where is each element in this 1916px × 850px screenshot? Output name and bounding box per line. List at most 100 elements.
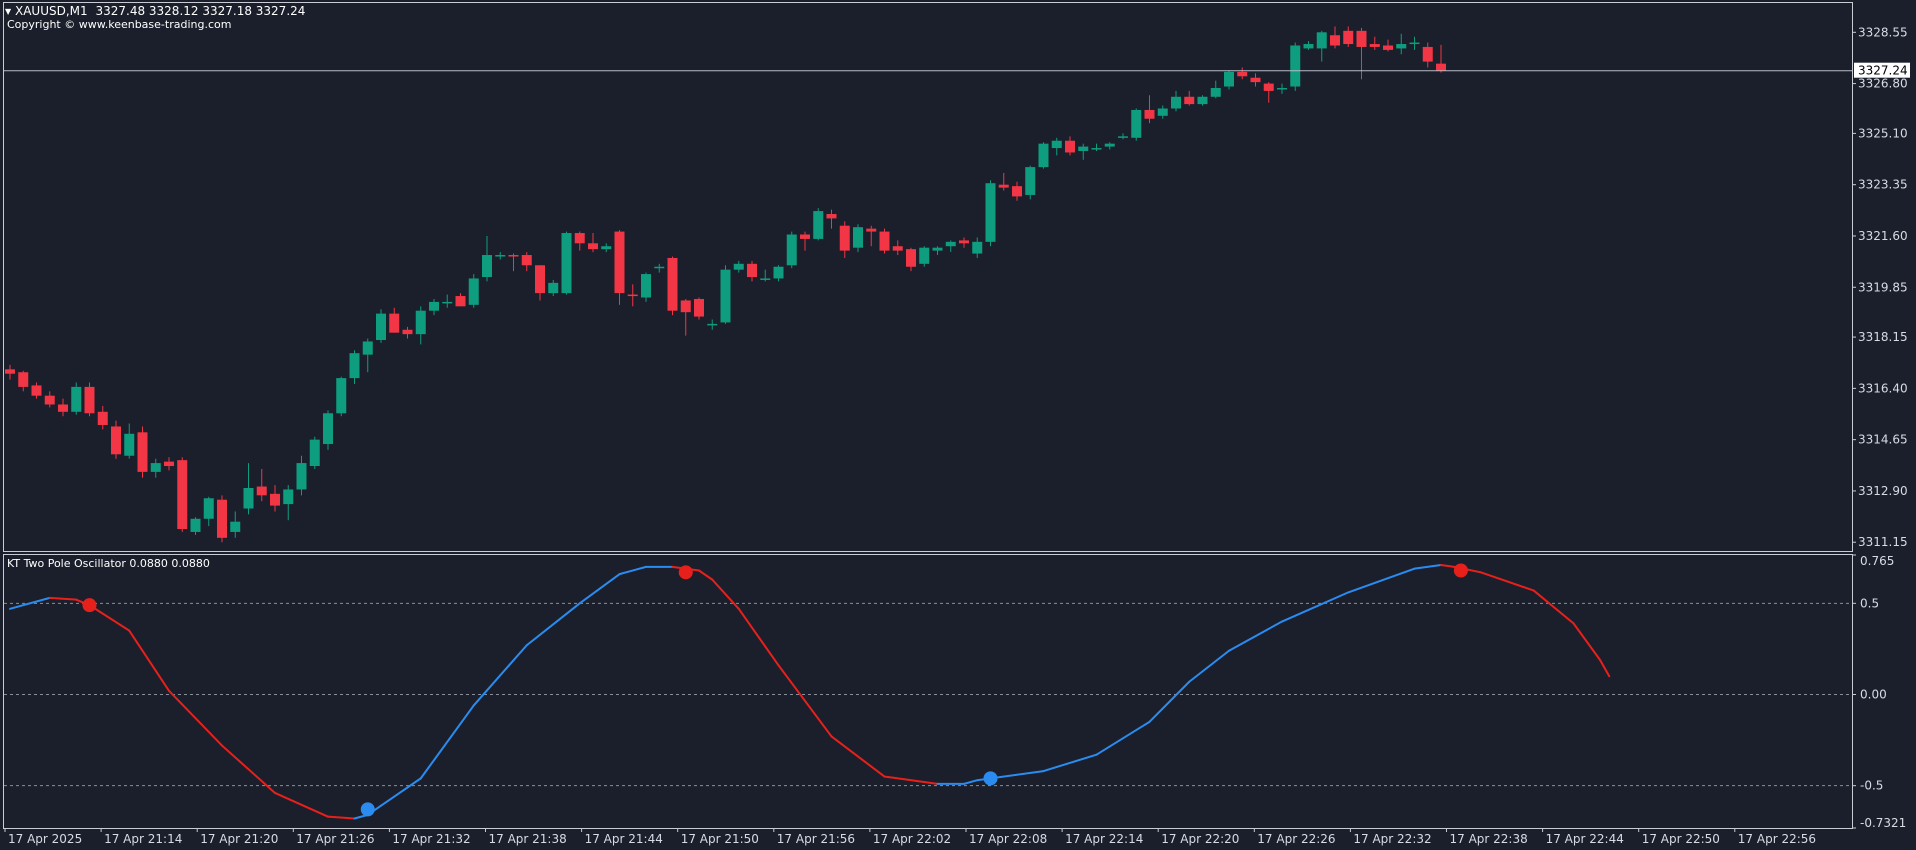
price-tick-label: 3319.85 bbox=[1858, 280, 1908, 294]
candle-body bbox=[906, 249, 916, 267]
current-price-tag-label: 3327.24 bbox=[1858, 64, 1908, 78]
chart-canvas: 3328.55 3326.80 3325.10 3323.35 3321.60 3319.… bbox=[3, 2, 1910, 846]
candle-body bbox=[694, 298, 704, 317]
candle-body bbox=[1197, 96, 1208, 105]
candle-body bbox=[97, 411, 108, 425]
candle-body bbox=[1131, 109, 1142, 138]
osc-tick-label: -0.5 bbox=[1860, 779, 1883, 793]
candle-body bbox=[1330, 35, 1340, 46]
candle bbox=[468, 274, 479, 308]
candle-body bbox=[164, 461, 174, 467]
indicator-label: KT Two Pole Oscillator 0.0880 0.0880 bbox=[7, 557, 210, 570]
candle-body bbox=[1012, 186, 1022, 197]
candle-body bbox=[71, 386, 82, 412]
candle bbox=[561, 231, 572, 295]
candle-body bbox=[18, 372, 29, 387]
candle-body bbox=[124, 433, 135, 456]
candle-body bbox=[535, 265, 545, 294]
time-tick-label: 17 Apr 22:08 bbox=[969, 832, 1047, 846]
candle bbox=[786, 231, 797, 269]
candle-body bbox=[1078, 146, 1089, 151]
candle-body bbox=[1263, 83, 1274, 91]
candle-body bbox=[376, 313, 386, 341]
candle-body bbox=[985, 183, 996, 242]
candle-body bbox=[230, 521, 241, 532]
candle-body bbox=[521, 255, 532, 266]
candle-body bbox=[800, 234, 810, 239]
candle-body bbox=[574, 233, 585, 244]
candle-body bbox=[548, 282, 559, 294]
time-axis: 17 Apr 2025 17 Apr 21:14 17 Apr 21:20 17 Ap… bbox=[4, 828, 1816, 846]
candle-body bbox=[111, 426, 121, 455]
candle bbox=[813, 208, 824, 241]
candle-body bbox=[853, 227, 863, 248]
price-panel-frame bbox=[3, 2, 1853, 552]
time-tick-label: 17 Apr 21:32 bbox=[392, 832, 470, 846]
candle-body bbox=[203, 498, 214, 519]
price-tick-label: 3312.90 bbox=[1858, 484, 1908, 498]
candle-body bbox=[1316, 32, 1327, 49]
candle-body bbox=[707, 323, 718, 326]
time-tick-label: 17 Apr 2025 bbox=[8, 832, 82, 846]
time-tick-label: 17 Apr 21:44 bbox=[585, 832, 663, 846]
time-tick-label: 17 Apr 22:56 bbox=[1738, 832, 1816, 846]
time-tick-label: 17 Apr 21:26 bbox=[296, 832, 374, 846]
time-tick-label: 17 Apr 22:02 bbox=[873, 832, 951, 846]
candle bbox=[1197, 95, 1208, 106]
candle-body bbox=[919, 247, 930, 264]
candle-body bbox=[1290, 45, 1301, 87]
candle bbox=[919, 246, 930, 267]
candle bbox=[177, 457, 188, 532]
candle-body bbox=[1369, 44, 1380, 47]
price-tick-label: 3325.10 bbox=[1858, 126, 1908, 140]
candle-body bbox=[415, 310, 426, 335]
candle-body bbox=[932, 247, 943, 251]
time-tick-label: 17 Apr 22:26 bbox=[1257, 832, 1335, 846]
candle-body bbox=[627, 294, 638, 297]
candle-body bbox=[879, 231, 890, 251]
candle-body bbox=[58, 404, 68, 412]
candle-body bbox=[959, 240, 969, 244]
copyright-text: Copyright © www.keenbase-trading.com bbox=[7, 18, 232, 31]
candle-body bbox=[5, 369, 15, 374]
time-tick-label: 17 Apr 21:14 bbox=[104, 832, 182, 846]
sell-signal-marker bbox=[678, 565, 693, 580]
candle-body bbox=[1277, 87, 1287, 90]
candle bbox=[879, 228, 890, 254]
price-tick-label: 3328.55 bbox=[1858, 25, 1908, 39]
candle-body bbox=[1383, 45, 1393, 50]
candle-body bbox=[773, 266, 784, 279]
oscillator-panel-frame bbox=[3, 554, 1853, 829]
candle-body bbox=[1436, 63, 1446, 71]
candle-body bbox=[508, 255, 519, 257]
candle-body bbox=[84, 386, 95, 414]
candle-body bbox=[1144, 109, 1155, 119]
price-tick-label: 3323.35 bbox=[1858, 178, 1908, 192]
time-tick-label: 17 Apr 22:38 bbox=[1450, 832, 1528, 846]
price-tick-label: 3316.40 bbox=[1858, 381, 1908, 395]
candle-body bbox=[1184, 96, 1195, 105]
candle bbox=[1290, 42, 1301, 91]
time-tick-label: 17 Apr 21:20 bbox=[200, 832, 278, 846]
price-tick-label: 3314.65 bbox=[1858, 433, 1908, 447]
time-tick-label: 17 Apr 22:14 bbox=[1065, 832, 1143, 846]
candle-body bbox=[1157, 108, 1168, 116]
candle-body bbox=[813, 211, 824, 239]
candle-body bbox=[1343, 30, 1354, 45]
symbol-dropdown-icon[interactable]: ▼ bbox=[5, 7, 11, 16]
sell-signal-marker bbox=[1453, 563, 1468, 578]
candle-body bbox=[680, 300, 691, 313]
candle bbox=[694, 297, 704, 320]
candle-body bbox=[1396, 44, 1407, 49]
sell-signal-marker bbox=[82, 598, 97, 613]
candle-body bbox=[349, 353, 360, 379]
candle bbox=[1025, 165, 1036, 200]
price-tick-label: 3326.80 bbox=[1858, 77, 1908, 91]
candle bbox=[84, 382, 95, 417]
osc-tick-label: -0.7321 bbox=[1860, 816, 1906, 830]
candle-body bbox=[1104, 143, 1115, 147]
candle-body bbox=[720, 269, 731, 323]
candle-body bbox=[283, 489, 294, 505]
candle-body bbox=[1091, 148, 1102, 150]
candle-body bbox=[1210, 87, 1221, 97]
